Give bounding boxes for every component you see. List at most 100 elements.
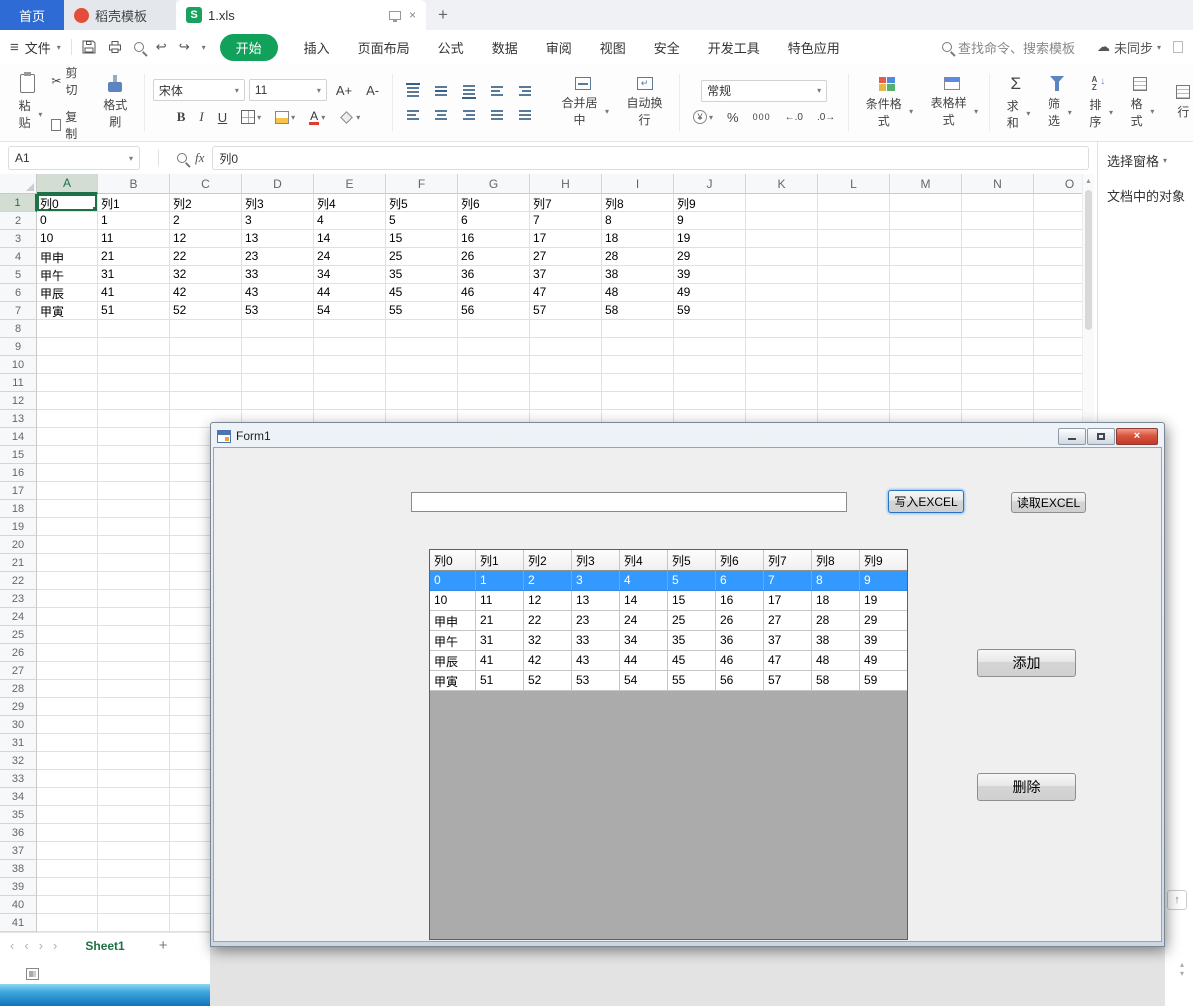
cell-K8[interactable] (746, 320, 818, 338)
cell-H2[interactable]: 7 (530, 212, 602, 230)
row-header-7[interactable]: 7 (0, 302, 37, 320)
thousands-format-button[interactable]: 000 (748, 111, 776, 123)
form-grid-cell-5-3[interactable]: 53 (572, 671, 620, 691)
merge-center-button[interactable]: 合并居中▾ (553, 75, 612, 130)
cell-N12[interactable] (962, 392, 1034, 410)
cell-F4[interactable]: 25 (386, 248, 458, 266)
form-grid-cell-4-3[interactable]: 43 (572, 651, 620, 671)
cell-L3[interactable] (818, 230, 890, 248)
form-grid-row-5[interactable]: 甲寅515253545556575859 (430, 671, 907, 691)
form-grid-header-6[interactable]: 列6 (716, 550, 764, 571)
cell-A26[interactable] (37, 644, 98, 662)
form-grid-cell-3-1[interactable]: 31 (476, 631, 524, 651)
form-grid-cell-2-9[interactable]: 29 (860, 611, 908, 631)
font-name-select[interactable]: 宋体 ▾ (153, 79, 245, 101)
cell-A12[interactable] (37, 392, 98, 410)
cell-D1[interactable]: 列3 (242, 194, 314, 212)
form-grid-cell-4-8[interactable]: 48 (812, 651, 860, 671)
cell-A8[interactable] (37, 320, 98, 338)
cell-J4[interactable]: 29 (674, 248, 746, 266)
cell-F7[interactable]: 55 (386, 302, 458, 320)
cell-A21[interactable] (37, 554, 98, 572)
cell-K11[interactable] (746, 374, 818, 392)
cell-K7[interactable] (746, 302, 818, 320)
form-grid-cell-0-3[interactable]: 3 (572, 571, 620, 591)
form-grid-cell-2-6[interactable]: 26 (716, 611, 764, 631)
cell-A18[interactable] (37, 500, 98, 518)
minimize-button[interactable] (1058, 428, 1086, 445)
cell-L1[interactable] (818, 194, 890, 212)
form-grid-cell-2-5[interactable]: 25 (668, 611, 716, 631)
close-tab-icon[interactable]: × (409, 8, 416, 22)
column-header-F[interactable]: F (386, 174, 458, 194)
cell-A16[interactable] (37, 464, 98, 482)
cell-A39[interactable] (37, 878, 98, 896)
cell-N10[interactable] (962, 356, 1034, 374)
cell-D4[interactable]: 23 (242, 248, 314, 266)
row-header-36[interactable]: 36 (0, 824, 37, 842)
menu-tab-8[interactable]: 安全 (652, 34, 682, 61)
cell-A1[interactable]: 列0 (37, 194, 98, 212)
write-excel-button[interactable]: 写入EXCEL (888, 490, 964, 513)
read-excel-button[interactable]: 读取EXCEL (1011, 492, 1086, 513)
cell-G7[interactable]: 56 (458, 302, 530, 320)
number-format-select[interactable]: 常规 ▾ (701, 80, 827, 102)
cell-A9[interactable] (37, 338, 98, 356)
cell-N7[interactable] (962, 302, 1034, 320)
row-header-27[interactable]: 27 (0, 662, 37, 680)
cell-A40[interactable] (37, 896, 98, 914)
cell-E10[interactable] (314, 356, 386, 374)
cell-F8[interactable] (386, 320, 458, 338)
cell-K2[interactable] (746, 212, 818, 230)
form-grid-cell-3-5[interactable]: 35 (668, 631, 716, 651)
cell-B27[interactable] (98, 662, 170, 680)
row-header-16[interactable]: 16 (0, 464, 37, 482)
prev-sheet-arrow-icon[interactable]: ‹ (24, 938, 28, 953)
cell-J9[interactable] (674, 338, 746, 356)
menu-tab-2[interactable]: 插入 (302, 34, 332, 61)
form-grid-cell-3-2[interactable]: 32 (524, 631, 572, 651)
increase-font-button[interactable]: A+ (331, 82, 357, 99)
cell-F6[interactable]: 45 (386, 284, 458, 302)
menu-tab-5[interactable]: 数据 (490, 34, 520, 61)
column-header-J[interactable]: J (674, 174, 746, 194)
cell-C7[interactable]: 52 (170, 302, 242, 320)
form-grid-cell-4-4[interactable]: 44 (620, 651, 668, 671)
cell-K1[interactable] (746, 194, 818, 212)
cell-M8[interactable] (890, 320, 962, 338)
increase-indent-button[interactable] (513, 83, 537, 99)
form-grid-row-1[interactable]: 10111213141516171819 (430, 591, 907, 611)
form-grid-cell-2-0[interactable]: 甲申 (430, 611, 476, 631)
cell-M5[interactable] (890, 266, 962, 284)
cell-F1[interactable]: 列5 (386, 194, 458, 212)
bold-button[interactable]: B (172, 108, 191, 126)
row-header-35[interactable]: 35 (0, 806, 37, 824)
cell-B22[interactable] (98, 572, 170, 590)
cell-M4[interactable] (890, 248, 962, 266)
cell-F9[interactable] (386, 338, 458, 356)
cell-B6[interactable]: 41 (98, 284, 170, 302)
cell-D5[interactable]: 33 (242, 266, 314, 284)
cell-A36[interactable] (37, 824, 98, 842)
cell-A5[interactable]: 甲午 (37, 266, 98, 284)
cell-J11[interactable] (674, 374, 746, 392)
align-middle-button[interactable] (429, 83, 453, 99)
cell-I9[interactable] (602, 338, 674, 356)
form-grid-cell-4-5[interactable]: 45 (668, 651, 716, 671)
cell-G1[interactable]: 列6 (458, 194, 530, 212)
cell-J2[interactable]: 9 (674, 212, 746, 230)
cell-G12[interactable] (458, 392, 530, 410)
cell-L7[interactable] (818, 302, 890, 320)
form-grid-cell-0-4[interactable]: 4 (620, 571, 668, 591)
panel-scroll-arrows[interactable]: ▴ ▾ (1180, 960, 1184, 978)
cell-B35[interactable] (98, 806, 170, 824)
row-header-4[interactable]: 4 (0, 248, 37, 266)
cell-I10[interactable] (602, 356, 674, 374)
form-grid-cell-3-4[interactable]: 34 (620, 631, 668, 651)
cell-B4[interactable]: 21 (98, 248, 170, 266)
cell-C9[interactable] (170, 338, 242, 356)
cell-B9[interactable] (98, 338, 170, 356)
column-header-K[interactable]: K (746, 174, 818, 194)
cell-L2[interactable] (818, 212, 890, 230)
cell-A30[interactable] (37, 716, 98, 734)
